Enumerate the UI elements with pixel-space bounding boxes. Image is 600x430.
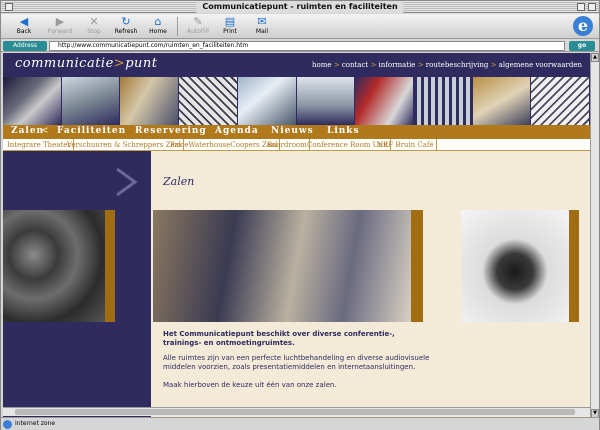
- topnav-contact[interactable]: contact: [342, 61, 368, 69]
- nav-active-arrow: <: [41, 126, 50, 136]
- site-header: communicatie>punt home > contact > infor…: [3, 53, 590, 77]
- mail-button[interactable]: ✉ Mail: [247, 15, 277, 38]
- close-box[interactable]: [5, 3, 13, 11]
- main-navigation: Zalen < Faciliteiten Reservering Agenda …: [3, 125, 590, 139]
- forward-arrow-icon: ▶: [55, 15, 65, 28]
- nav-zalen[interactable]: Zalen: [11, 126, 44, 136]
- chevron-right-icon: [116, 167, 138, 197]
- intro-paragraph-1: Alle ruimtes zijn van een perfecte lucht…: [163, 354, 430, 371]
- gold-accent-bar: [569, 210, 579, 322]
- strip-photo: [179, 77, 238, 125]
- people-on-stairs-photo: [153, 210, 411, 322]
- intro-paragraph-2: Maak hierboven de keuze uit één van onze…: [163, 381, 337, 389]
- mail-icon: ✉: [257, 15, 267, 28]
- topnav-algemene-voorwaarden[interactable]: algemene voorwaarden: [499, 61, 582, 69]
- projector-photo: [461, 210, 569, 322]
- refresh-icon: ↻: [121, 15, 131, 28]
- print-button[interactable]: ▤ Print: [215, 15, 245, 38]
- intro-bold-text: Het Communicatiepunt beschikt over diver…: [163, 330, 395, 347]
- nav-links[interactable]: Links: [327, 126, 360, 136]
- home-button[interactable]: ⌂ Home: [143, 15, 173, 38]
- collapse-box[interactable]: [588, 3, 596, 11]
- gold-accent-bar: [411, 210, 423, 322]
- subnav-nkf-cafe[interactable]: NKF Bruin Café: [375, 139, 437, 151]
- status-zone: Internet zone: [15, 420, 56, 427]
- autofill-button[interactable]: ✎ AutoFill: [183, 15, 213, 38]
- strip-photo: [355, 77, 414, 125]
- go-button[interactable]: go: [569, 41, 595, 51]
- address-bar: Address http://www.communicatiepunt.com/…: [1, 40, 599, 52]
- strip-photo: [296, 77, 356, 125]
- nav-faciliteiten[interactable]: Faciliteiten: [57, 126, 126, 136]
- window-title: Communicatiepunt - ruimten en faciliteit…: [196, 1, 404, 13]
- stop-button[interactable]: ✕ Stop: [79, 15, 109, 38]
- strip-photo: [472, 77, 532, 125]
- strip-photo: [413, 77, 473, 125]
- subnav-integrare-theater[interactable]: Integrare Theater: [5, 139, 74, 151]
- topnav-informatie[interactable]: informatie: [379, 61, 416, 69]
- topnav-routebeschrijving[interactable]: routebeschrijving: [426, 61, 489, 69]
- page-title: Zalen: [163, 175, 195, 188]
- stop-icon: ✕: [89, 15, 99, 28]
- title-bar[interactable]: Communicatiepunt - ruimten en faciliteit…: [1, 1, 599, 13]
- strip-photo: [237, 77, 297, 125]
- subnav-pwc-zaal[interactable]: PriceWaterhouseCoopers Zaal: [168, 139, 281, 151]
- strip-photo: [3, 77, 62, 125]
- header-photo-strip: [3, 77, 590, 125]
- browser-toolbar: ◀ Back ▶ Forward ✕ Stop ↻ Refresh ⌂ Home…: [1, 14, 599, 39]
- browser-window: Communicatiepunt - ruimten en faciliteit…: [0, 0, 600, 430]
- site-logo[interactable]: communicatie>punt: [15, 56, 157, 71]
- strip-photo: [61, 77, 121, 125]
- address-input[interactable]: http://www.communicatiepunt.com/ruimten_…: [49, 41, 565, 51]
- top-navigation: home > contact > informatie > routebesch…: [311, 61, 582, 69]
- subnav-boardroom[interactable]: Boardroom: [265, 139, 310, 151]
- toolbar-separator: [177, 17, 178, 36]
- strip-photo: [120, 77, 180, 125]
- browser-logo-icon: e: [573, 16, 593, 36]
- horizontal-scroll-thumb[interactable]: [15, 409, 575, 415]
- horizontal-scrollbar[interactable]: [3, 407, 590, 416]
- back-button[interactable]: ◀ Back: [9, 15, 39, 38]
- forward-button[interactable]: ▶ Forward: [45, 15, 75, 38]
- gold-accent-bar: [105, 210, 115, 322]
- status-bar: Internet zone: [1, 417, 599, 430]
- sub-navigation: Integrare Theater Verschuuren & Schreppe…: [3, 139, 590, 151]
- autofill-icon: ✎: [193, 15, 203, 28]
- audience-photo: [3, 210, 105, 322]
- page-viewport: communicatie>punt home > contact > infor…: [3, 53, 590, 418]
- address-label: Address: [3, 41, 47, 51]
- vertical-scrollbar[interactable]: ▲ ▼: [590, 53, 599, 418]
- refresh-button[interactable]: ↻ Refresh: [111, 15, 141, 38]
- printer-icon: ▤: [224, 15, 236, 28]
- nav-agenda[interactable]: Agenda: [215, 126, 259, 136]
- nav-nieuws[interactable]: Nieuws: [271, 126, 314, 136]
- scroll-up-arrow-icon[interactable]: ▲: [591, 53, 599, 62]
- topnav-home[interactable]: home: [312, 61, 332, 69]
- back-arrow-icon: ◀: [19, 15, 29, 28]
- strip-photo: [531, 77, 590, 125]
- globe-icon: [3, 420, 12, 429]
- nav-reservering[interactable]: Reservering: [135, 126, 207, 136]
- subnav-verschuuren-zaal[interactable]: Verschuuren & Schreppers Zaal: [65, 139, 185, 151]
- home-icon: ⌂: [154, 15, 162, 28]
- zoom-box[interactable]: [577, 3, 585, 11]
